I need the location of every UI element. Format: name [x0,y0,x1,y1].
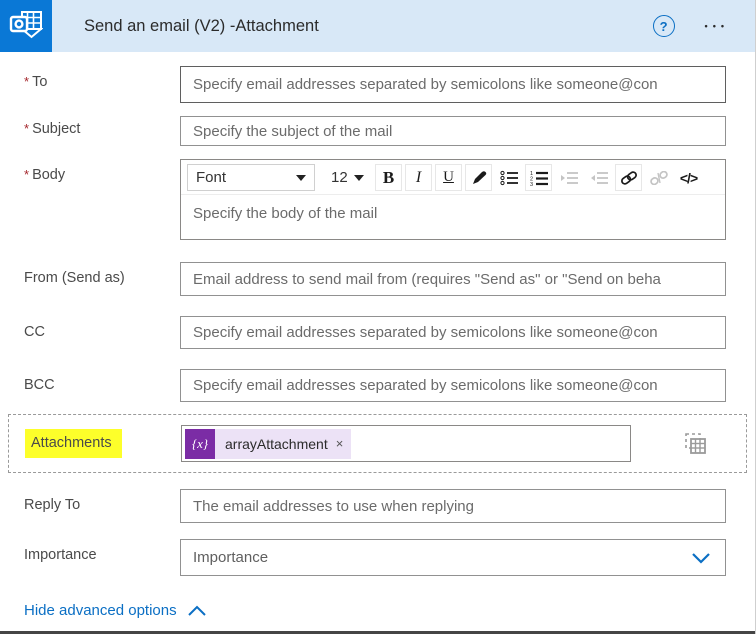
numbered-list-icon: 1 2 3 [530,171,548,186]
attachment-token-chip[interactable]: {x} arrayAttachment × [185,428,352,459]
numbered-list-button[interactable]: 1 2 3 [525,164,552,191]
remove-link-button[interactable] [645,164,672,191]
underline-button[interactable]: U [435,164,462,191]
svg-text:3: 3 [530,182,533,186]
field-row-attachments: Attachments {x} arrayAttachment × [8,414,747,473]
body-label: * Body [24,167,66,183]
outlook-icon [9,11,43,39]
editor-toolbar: Font 12 B I U 1 2 3 </> [181,160,725,195]
menu-ellipsis-icon[interactable]: ••• [705,21,729,31]
token-remove-icon[interactable]: × [334,436,352,451]
attachments-label-cell: Attachments [9,429,181,458]
font-family-dropdown[interactable]: Font [187,164,315,191]
field-row-to: * To [0,66,755,103]
field-row-reply-to: Reply To [0,489,755,523]
attachments-label: Attachments [25,429,122,458]
hide-advanced-options-label: Hide advanced options [24,602,177,619]
chevron-down-icon [692,552,710,564]
bullet-list-button[interactable] [495,164,522,191]
importance-label: Importance [24,547,97,563]
field-row-body: * Body Font 12 B I U 1 2 3 </> Specify t… [0,159,755,240]
action-card: Send an email (V2) -Attachment ? ••• * To… [0,0,756,634]
font-size-value: 12 [331,169,348,186]
importance-value: Importance [193,549,269,566]
font-size-dropdown[interactable]: 12 [322,164,372,191]
field-row-importance: Importance Importance [0,539,755,576]
italic-button[interactable]: I [405,164,432,191]
outdent-button[interactable] [585,164,612,191]
variable-token-icon: {x} [185,428,215,459]
subject-label: * Subject [24,121,81,137]
action-header[interactable]: Send an email (V2) -Attachment ? ••• [0,0,755,52]
action-title: Send an email (V2) -Attachment [84,16,319,35]
chevron-down-icon [296,174,306,181]
token-label: arrayAttachment [225,435,328,452]
switch-to-array-button[interactable] [683,431,709,457]
outlook-connector-icon [0,0,52,52]
indent-button[interactable] [555,164,582,191]
from-input[interactable] [180,262,726,296]
pen-icon [472,170,486,184]
bcc-input[interactable] [180,369,726,402]
required-asterisk: * [24,74,30,89]
field-row-from: From (Send as) [0,262,755,296]
bullet-list-icon [499,170,518,185]
importance-dropdown[interactable]: Importance [180,539,726,576]
field-row-bcc: BCC [0,369,755,402]
field-row-cc: CC [0,316,755,349]
required-asterisk: * [24,121,30,136]
text-color-button[interactable] [465,164,492,191]
bcc-label: BCC [24,377,55,393]
field-row-subject: * Subject [0,116,755,146]
unlink-icon [649,170,668,185]
font-family-value: Font [196,169,227,186]
indent-icon [560,171,578,184]
code-view-button[interactable]: </> [675,164,702,191]
outdent-icon [590,171,608,184]
attachments-input[interactable]: {x} arrayAttachment × [181,425,631,462]
chevron-up-icon [187,605,206,616]
required-asterisk: * [24,167,30,182]
bold-button[interactable]: B [375,164,402,191]
array-mode-icon [685,432,706,454]
reply-to-label: Reply To [24,497,81,513]
link-icon [620,170,637,185]
help-icon[interactable]: ? [652,15,675,37]
to-input[interactable] [180,66,726,103]
insert-link-button[interactable] [615,164,642,191]
from-label: From (Send as) [24,270,125,286]
to-label: * To [24,74,48,90]
reply-to-input[interactable] [180,489,726,523]
subject-input[interactable] [180,116,726,146]
hide-advanced-options-link[interactable]: Hide advanced options [24,602,207,619]
rich-text-editor: Font 12 B I U 1 2 3 </> Specify the body… [180,159,726,240]
cc-input[interactable] [180,316,726,349]
chevron-down-icon [353,174,364,181]
cc-label: CC [24,324,45,340]
body-input[interactable]: Specify the body of the mail [181,195,725,239]
